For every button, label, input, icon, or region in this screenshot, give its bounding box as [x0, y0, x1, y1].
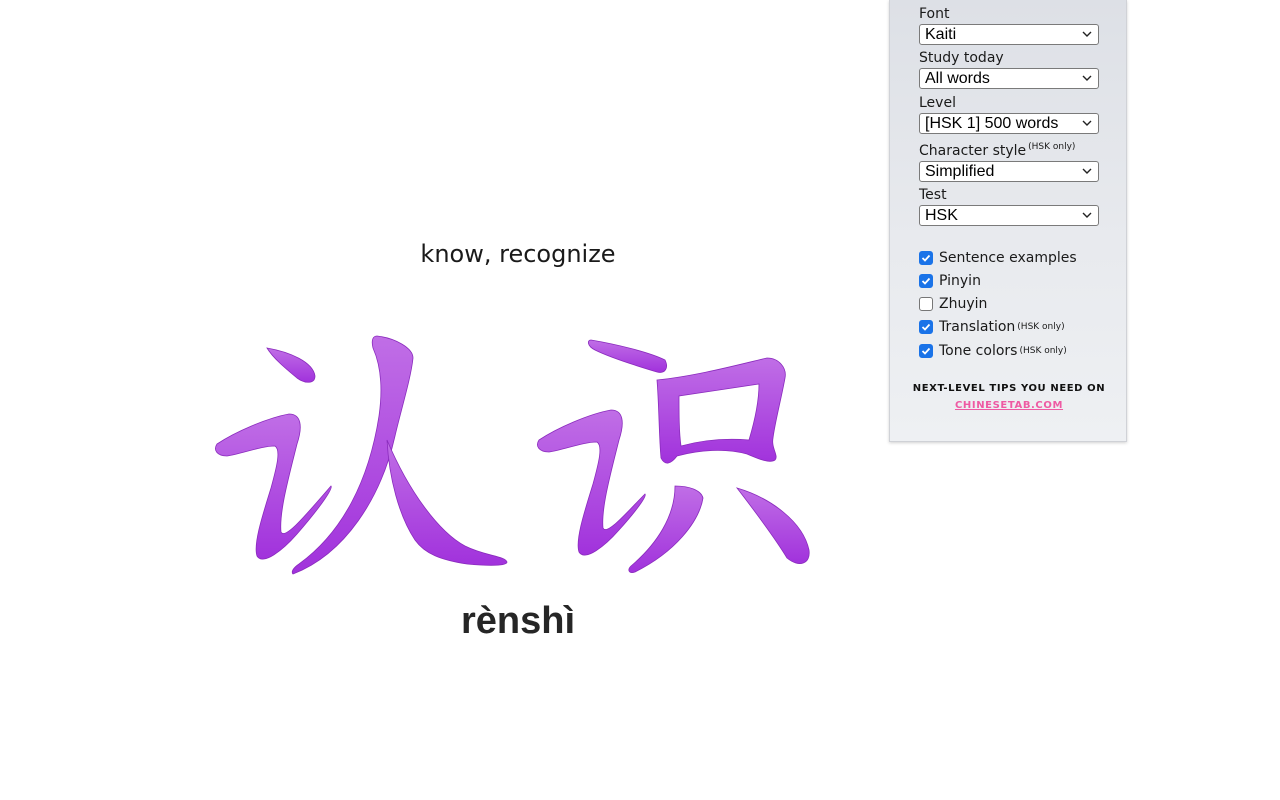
chinesetab-link[interactable]: CHINESETAB.COM [890, 400, 1128, 411]
test-select[interactable]: HSK [919, 205, 1099, 226]
check-icon [921, 254, 931, 262]
level-select[interactable]: [HSK 1] 500 words [919, 113, 1099, 134]
font-select-value: Kaiti [925, 26, 957, 43]
option-zhuyin[interactable]: Zhuyin [919, 294, 987, 314]
character-style-select[interactable]: Simplified [919, 161, 1099, 182]
study-today-select[interactable]: All words [919, 68, 1099, 89]
chevron-down-icon [1082, 168, 1092, 174]
font-select[interactable]: Kaiti [919, 24, 1099, 45]
chinese-characters: 认识 [205, 318, 830, 588]
chevron-down-icon [1082, 31, 1092, 37]
word-translation: know, recognize [420, 240, 616, 268]
pinyin-label: Pinyin [939, 273, 981, 289]
pinyin-checkbox[interactable] [919, 274, 933, 288]
test-select-value: HSK [925, 207, 958, 224]
zhuyin-label: Zhuyin [939, 296, 988, 312]
option-translation[interactable]: Translation (HSK only) [919, 317, 1065, 337]
sentence-examples-label: Sentence examples [939, 250, 1077, 266]
tips-text: NEXT-LEVEL TIPS YOU NEED ON [912, 383, 1106, 394]
sentence-examples-checkbox[interactable] [919, 251, 933, 265]
settings-panel: Font Kaiti Study today All words Level [… [889, 0, 1127, 442]
translation-checkbox[interactable] [919, 320, 933, 334]
study-today-label: Study today [919, 50, 1004, 66]
zhuyin-checkbox[interactable] [919, 297, 933, 311]
study-today-select-value: All words [925, 70, 990, 87]
new-tab-page: know, recognize 认识 [0, 0, 1280, 800]
level-select-value: [HSK 1] 500 words [925, 115, 1059, 132]
word-pinyin: rènshì [460, 600, 576, 642]
characters-drawing [215, 335, 810, 575]
translation-label: Translation [939, 319, 1016, 335]
character-style-label-text: Character style [919, 143, 1027, 159]
hsk-only-note: (HSK only) [1028, 142, 1076, 152]
check-icon [921, 347, 931, 355]
chevron-down-icon [1082, 75, 1092, 81]
option-pinyin[interactable]: Pinyin [919, 271, 981, 291]
hsk-only-note: (HSK only) [1019, 346, 1067, 356]
option-tone-colors[interactable]: Tone colors (HSK only) [919, 341, 1067, 361]
check-icon [921, 323, 931, 331]
option-sentence-examples[interactable]: Sentence examples [919, 248, 1077, 268]
tone-colors-label: Tone colors [939, 343, 1018, 359]
chevron-down-icon [1082, 212, 1092, 218]
chevron-down-icon [1082, 120, 1092, 126]
font-label: Font [919, 6, 950, 22]
level-label: Level [919, 95, 956, 111]
tone-colors-checkbox[interactable] [919, 344, 933, 358]
test-label: Test [919, 187, 947, 203]
character-style-select-value: Simplified [925, 163, 995, 180]
check-icon [921, 277, 931, 285]
character-style-label: Character style (HSK only) [919, 142, 1075, 159]
hsk-only-note: (HSK only) [1017, 322, 1065, 332]
